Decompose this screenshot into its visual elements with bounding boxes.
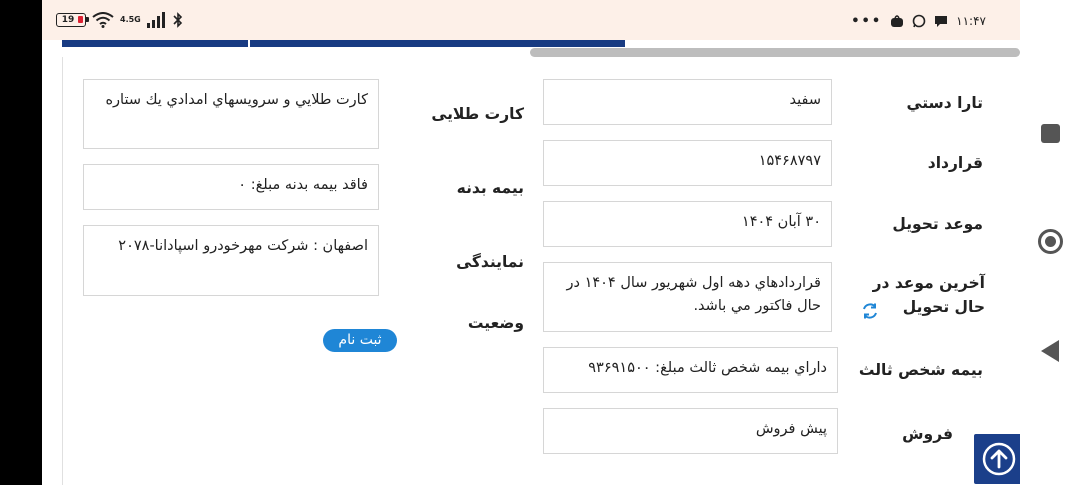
scroll-to-top-button[interactable] — [974, 434, 1024, 484]
top-tabs — [62, 40, 625, 48]
body-insurance-field: فاقد بيمه بدنه مبلغ: ٠ — [83, 164, 379, 210]
contract-field: ١۵۴۶٨٧٩٧ — [543, 140, 832, 186]
agency-label: نمایندگی — [456, 253, 524, 271]
details-panel: تارا دستي سفيد قرارداد ١۵۴۶٨٧٩٧ موعد تحو… — [62, 57, 1024, 485]
back-button[interactable] — [1041, 340, 1059, 362]
signal-icon — [146, 12, 165, 28]
delivery-date-field: ٣٠ آبان ١۴٠۴ — [543, 201, 832, 247]
third-party-field: داراي بيمه شخص ثالث مبلغ: ٩٣۶٩١۵٠٠ — [543, 347, 838, 393]
contract-label: قرارداد — [927, 154, 983, 172]
golden-card-label: کارت طلایی — [431, 105, 524, 123]
horizontal-scrollbar[interactable] — [530, 48, 1020, 57]
recents-button[interactable] — [1041, 124, 1060, 143]
battery-level: 19 — [61, 15, 75, 25]
bluetooth-icon — [173, 12, 182, 28]
latest-delivery-field: قراردادهاي دهه اول شهريور سال ١۴٠۴ در حا… — [543, 262, 832, 332]
status-left: 19 4.5G — [56, 10, 183, 30]
arrow-up-icon — [982, 442, 1016, 476]
refresh-icon[interactable] — [860, 301, 880, 321]
bag-icon — [891, 15, 904, 27]
network-type: 4.5G — [120, 15, 141, 24]
chat-icon — [935, 16, 948, 27]
status-badge: ثبت نام — [323, 329, 397, 352]
status-label: وضعیت — [467, 314, 524, 332]
clock: ١١:۴٧ — [956, 14, 986, 28]
status-right: ••• ١١:۴٧ — [851, 11, 986, 31]
delivery-date-label: موعد تحویل — [892, 215, 983, 233]
overflow-dots: ••• — [851, 13, 883, 29]
latest-delivery-label: آخرین موعد در حال تحویل — [872, 274, 985, 316]
tab-segment-2[interactable] — [250, 40, 625, 47]
tara-field: سفيد — [543, 79, 832, 125]
wifi-icon — [92, 12, 114, 28]
sale-label: فروش — [902, 425, 953, 443]
home-button[interactable] — [1038, 229, 1063, 254]
tab-segment-1[interactable] — [62, 40, 248, 47]
whatsapp-icon — [912, 14, 926, 28]
app-content: تارا دستي سفيد قرارداد ١۵۴۶٨٧٩٧ موعد تحو… — [42, 40, 1024, 485]
third-party-label: بیمه شخص ثالث — [858, 361, 983, 379]
tara-label: تارا دستي — [906, 94, 983, 112]
agency-field: اصفهان : شركت مهرخودرو اسپادانا-۲۰۷۸ — [83, 225, 379, 296]
sale-field: پيش فروش — [543, 408, 838, 454]
body-insurance-label: بیمه بدنه — [456, 179, 524, 197]
golden-card-field: كارت طلايي و سرويسهاي امدادي يك ستاره — [83, 79, 379, 149]
battery-icon: 19 — [56, 13, 89, 27]
android-nav-bar — [1020, 0, 1080, 485]
status-bar: 19 4.5G ••• ١١:۴٧ — [42, 0, 1020, 40]
